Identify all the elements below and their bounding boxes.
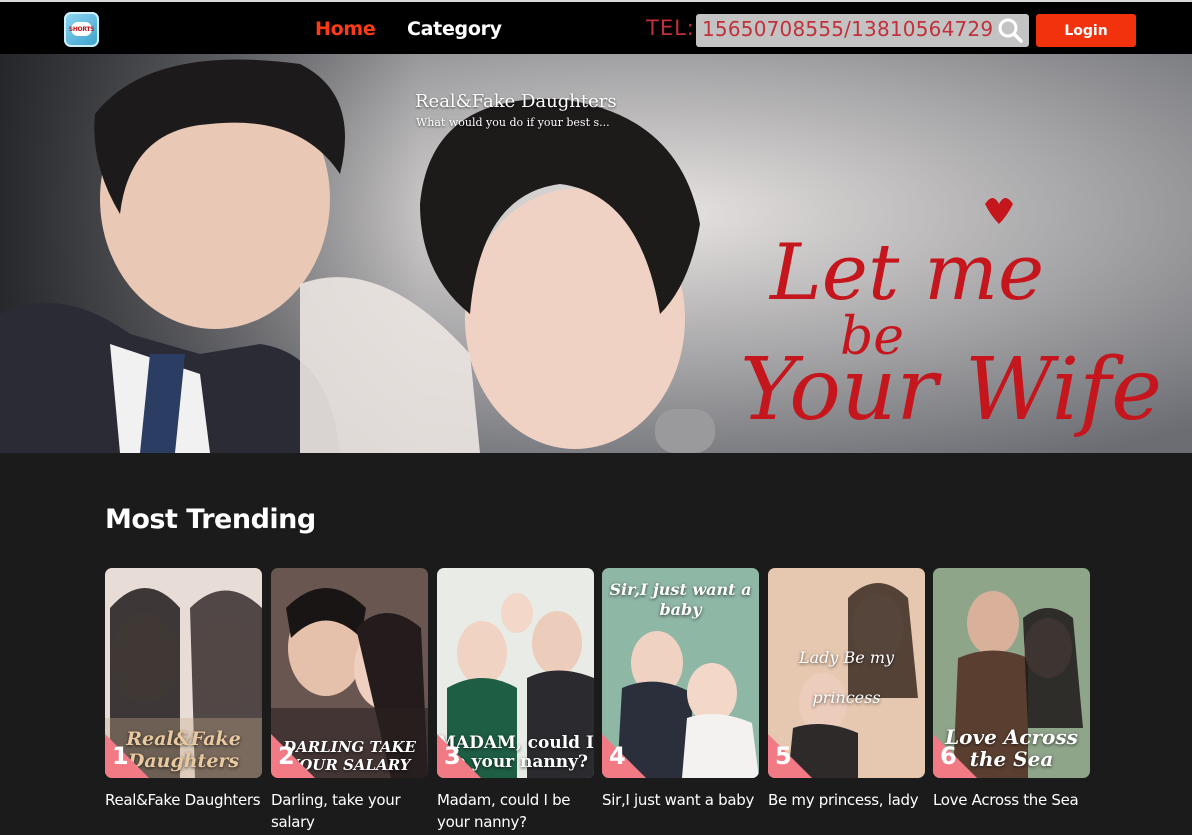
card-title[interactable]: Madam, could I be your nanny? [437, 789, 594, 833]
hero-banner[interactable]: Let me be Your Wife Real&Fake Daughters … [0, 54, 1192, 453]
search-icon[interactable] [996, 16, 1026, 46]
trending-card-5[interactable]: Lady Be my princess 5 Be my princess, la… [768, 568, 925, 811]
card-title[interactable]: Real&Fake Daughters [105, 789, 262, 811]
card-title[interactable]: Be my princess, lady [768, 789, 925, 811]
trending-card-4[interactable]: Sir,I just want a baby 4 Sir,I just want… [602, 568, 759, 811]
poster-image[interactable]: Lady Be my princess 5 [768, 568, 925, 778]
card-title[interactable]: Love Across the Sea [933, 789, 1090, 811]
rank-number: 6 [940, 742, 957, 770]
poster-image[interactable]: Sir,I just want a baby 4 [602, 568, 759, 778]
hero-artwork: Let me be Your Wife [0, 54, 1192, 453]
rank-number: 5 [775, 742, 792, 770]
poster-image[interactable]: DARLING TAKE YOUR SALARY 2 [271, 568, 428, 778]
trending-card-6[interactable]: Love Across the Sea 6 Love Across the Se… [933, 568, 1090, 811]
hero-title: Real&Fake Daughters [415, 91, 617, 112]
rank-number: 4 [609, 742, 626, 770]
card-title[interactable]: Sir,I just want a baby [602, 789, 759, 811]
search-input-value: 15650708555/13810564729 [702, 17, 994, 41]
trending-card-3[interactable]: MADAM, could I be your nanny? 3 Madam, c… [437, 568, 594, 833]
hero-script-line-1: Let me [768, 228, 1044, 318]
rank-number: 3 [444, 742, 461, 770]
hero-description: What would you do if your best s... [416, 116, 610, 129]
rank-number: 1 [112, 742, 129, 770]
poster-image[interactable]: Love Across the Sea 6 [933, 568, 1090, 778]
trending-card-2[interactable]: DARLING TAKE YOUR SALARY 2 Darling, take… [271, 568, 428, 833]
login-button[interactable]: Login [1036, 14, 1136, 47]
nav-category-link[interactable]: Category [407, 18, 502, 40]
search-input[interactable]: 15650708555/13810564729 [696, 14, 1029, 47]
logo-text: SHORTS [69, 22, 95, 36]
top-navigation-bar: SHORTS Home Category TEL: 15650708555/13… [0, 0, 1192, 54]
rank-number: 2 [278, 742, 295, 770]
svg-text:Your Wife: Your Wife [740, 340, 1162, 440]
most-trending-heading: Most Trending [105, 504, 316, 535]
poster-title-text: Lady Be my princess [798, 648, 895, 707]
trending-card-1[interactable]: Real&Fake Daughters 1 Real&Fake Daughter… [105, 568, 262, 811]
poster-image[interactable]: Real&Fake Daughters 1 [105, 568, 262, 778]
card-title[interactable]: Darling, take your salary [271, 789, 428, 833]
poster-title-text: Sir,I just want a baby [609, 580, 752, 619]
nav-home-link[interactable]: Home [315, 18, 376, 40]
poster-image[interactable]: MADAM, could I be your nanny? 3 [437, 568, 594, 778]
app-logo[interactable]: SHORTS [64, 12, 99, 47]
tel-label: TEL: [646, 16, 695, 40]
